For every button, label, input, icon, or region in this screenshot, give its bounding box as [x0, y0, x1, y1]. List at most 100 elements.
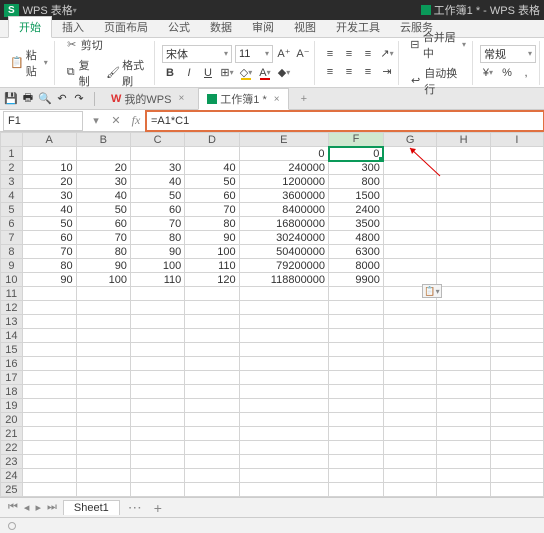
cell-I11[interactable] — [490, 287, 543, 301]
close-icon[interactable]: × — [274, 94, 280, 105]
cell-I8[interactable] — [490, 245, 543, 259]
cell-B23[interactable] — [76, 455, 130, 469]
cell-D8[interactable]: 100 — [185, 245, 239, 259]
cell-C13[interactable] — [130, 315, 184, 329]
cell-G19[interactable] — [383, 399, 437, 413]
cell-I18[interactable] — [490, 385, 543, 399]
ribbon-tab-2[interactable]: 页面布局 — [94, 17, 158, 37]
col-header-A[interactable]: A — [22, 133, 76, 147]
cell-E26[interactable] — [239, 497, 328, 498]
cell-I21[interactable] — [490, 427, 543, 441]
cell-D6[interactable]: 80 — [185, 217, 239, 231]
cell-I25[interactable] — [490, 483, 543, 497]
cell-A1[interactable] — [22, 147, 76, 161]
cell-F23[interactable] — [329, 455, 384, 469]
row-header-15[interactable]: 15 — [1, 343, 23, 357]
cell-F14[interactable] — [329, 329, 384, 343]
cell-H2[interactable] — [437, 161, 490, 175]
cell-G23[interactable] — [383, 455, 437, 469]
row-header-1[interactable]: 1 — [1, 147, 23, 161]
cell-D25[interactable] — [185, 483, 239, 497]
cell-A6[interactable]: 50 — [22, 217, 76, 231]
format-painter-button[interactable]: 🖌格式刷 — [103, 56, 151, 90]
cell-B7[interactable]: 70 — [76, 231, 130, 245]
cell-D3[interactable]: 50 — [185, 175, 239, 189]
cell-B1[interactable] — [76, 147, 130, 161]
cell-I1[interactable] — [490, 147, 543, 161]
cell-A26[interactable] — [22, 497, 76, 498]
cell-E23[interactable] — [239, 455, 328, 469]
cell-C6[interactable]: 70 — [130, 217, 184, 231]
cell-G24[interactable] — [383, 469, 437, 483]
align-right-button[interactable]: ≡ — [360, 64, 376, 80]
cell-H12[interactable] — [437, 301, 490, 315]
row-header-22[interactable]: 22 — [1, 441, 23, 455]
cell-I16[interactable] — [490, 357, 543, 371]
cell-H20[interactable] — [437, 413, 490, 427]
cell-G22[interactable] — [383, 441, 437, 455]
cell-F12[interactable] — [329, 301, 384, 315]
cell-F6[interactable]: 3500 — [329, 217, 384, 231]
cell-G20[interactable] — [383, 413, 437, 427]
cell-C4[interactable]: 50 — [130, 189, 184, 203]
decrease-font-button[interactable]: A⁻ — [295, 46, 311, 62]
cell-C14[interactable] — [130, 329, 184, 343]
cell-C23[interactable] — [130, 455, 184, 469]
app-menu-dropdown-icon[interactable]: ▾ — [73, 6, 77, 15]
cell-G25[interactable] — [383, 483, 437, 497]
cell-D16[interactable] — [185, 357, 239, 371]
underline-button[interactable]: U — [200, 65, 216, 81]
cell-B17[interactable] — [76, 371, 130, 385]
cell-I3[interactable] — [490, 175, 543, 189]
cell-A11[interactable] — [22, 287, 76, 301]
cell-D24[interactable] — [185, 469, 239, 483]
cell-D23[interactable] — [185, 455, 239, 469]
fx-icon[interactable]: fx — [126, 112, 146, 130]
indent-button[interactable]: ⇥ — [379, 64, 395, 80]
cell-G4[interactable] — [383, 189, 437, 203]
cell-E15[interactable] — [239, 343, 328, 357]
cell-E16[interactable] — [239, 357, 328, 371]
cell-B10[interactable]: 100 — [76, 273, 130, 287]
cell-D5[interactable]: 70 — [185, 203, 239, 217]
cell-A17[interactable] — [22, 371, 76, 385]
cell-E4[interactable]: 3600000 — [239, 189, 328, 203]
cell-I5[interactable] — [490, 203, 543, 217]
row-header-4[interactable]: 4 — [1, 189, 23, 203]
row-header-18[interactable]: 18 — [1, 385, 23, 399]
cell-F11[interactable] — [329, 287, 384, 301]
cell-D11[interactable] — [185, 287, 239, 301]
row-header-23[interactable]: 23 — [1, 455, 23, 469]
cell-E17[interactable] — [239, 371, 328, 385]
cell-F4[interactable]: 1500 — [329, 189, 384, 203]
col-header-B[interactable]: B — [76, 133, 130, 147]
cell-H8[interactable] — [437, 245, 490, 259]
cell-I20[interactable] — [490, 413, 543, 427]
cell-D10[interactable]: 120 — [185, 273, 239, 287]
cell-G7[interactable] — [383, 231, 437, 245]
align-left-button[interactable]: ≡ — [322, 64, 338, 80]
ribbon-tab-7[interactable]: 开发工具 — [326, 17, 390, 37]
cell-H16[interactable] — [437, 357, 490, 371]
ribbon-tab-4[interactable]: 数据 — [200, 17, 242, 37]
print-icon[interactable]: 🖶 — [21, 92, 35, 106]
cell-G2[interactable] — [383, 161, 437, 175]
cell-C18[interactable] — [130, 385, 184, 399]
cell-G16[interactable] — [383, 357, 437, 371]
cell-D2[interactable]: 40 — [185, 161, 239, 175]
font-name-select[interactable]: 宋体▾ — [162, 45, 232, 63]
cell-D20[interactable] — [185, 413, 239, 427]
cell-B20[interactable] — [76, 413, 130, 427]
cell-F19[interactable] — [329, 399, 384, 413]
cell-I24[interactable] — [490, 469, 543, 483]
cell-G26[interactable] — [383, 497, 437, 498]
close-icon[interactable]: × — [178, 93, 184, 104]
cell-A19[interactable] — [22, 399, 76, 413]
cell-H18[interactable] — [437, 385, 490, 399]
cell-F5[interactable]: 2400 — [329, 203, 384, 217]
cell-A15[interactable] — [22, 343, 76, 357]
cell-C19[interactable] — [130, 399, 184, 413]
cell-E24[interactable] — [239, 469, 328, 483]
cell-F3[interactable]: 800 — [329, 175, 384, 189]
cell-I7[interactable] — [490, 231, 543, 245]
